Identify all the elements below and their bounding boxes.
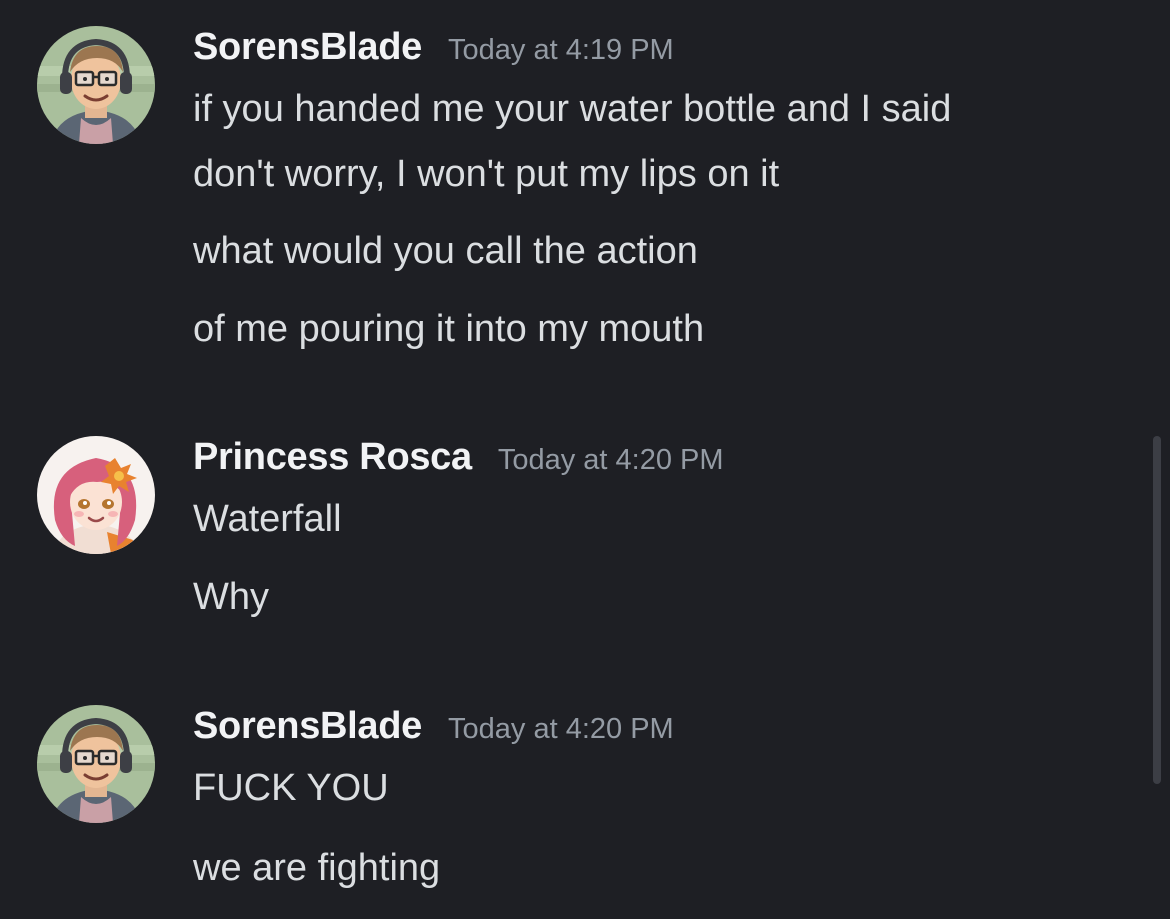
username[interactable]: Princess Rosca <box>193 436 472 479</box>
message-text: Why <box>193 576 269 618</box>
message-text: what would you call the action <box>193 230 698 272</box>
message-group: SorensBlade Today at 4:19 PM if you hand… <box>0 26 1150 366</box>
message-text: FUCK YOU <box>193 767 389 809</box>
message-header: Princess Rosca Today at 4:20 PM <box>193 436 724 492</box>
message-text: of me pouring it into my mouth <box>193 308 705 350</box>
timestamp[interactable]: Today at 4:20 PM <box>498 444 724 477</box>
message-text: Waterfall <box>193 498 342 540</box>
timestamp[interactable]: Today at 4:19 PM <box>448 34 674 67</box>
message-text: if you handed me your water bottle and I… <box>193 88 952 130</box>
message-text: don't worry, I won't put my lips on it <box>193 153 780 195</box>
chat-messages-area: SorensBlade Today at 4:19 PM if you hand… <box>0 0 1170 919</box>
username[interactable]: SorensBlade <box>193 26 422 69</box>
avatar[interactable] <box>37 705 155 823</box>
username[interactable]: SorensBlade <box>193 705 422 748</box>
message-header: SorensBlade Today at 4:20 PM <box>193 705 674 761</box>
scrollbar-thumb[interactable] <box>1153 436 1161 784</box>
avatar[interactable] <box>37 436 155 554</box>
message-group: SorensBlade Today at 4:20 PM FUCK YOU we… <box>0 705 1150 905</box>
message-group: Princess Rosca Today at 4:20 PM Waterfal… <box>0 436 1150 636</box>
message-text: we are fighting <box>193 847 441 889</box>
avatar[interactable] <box>37 26 155 144</box>
timestamp[interactable]: Today at 4:20 PM <box>448 713 674 746</box>
message-header: SorensBlade Today at 4:19 PM <box>193 26 674 82</box>
